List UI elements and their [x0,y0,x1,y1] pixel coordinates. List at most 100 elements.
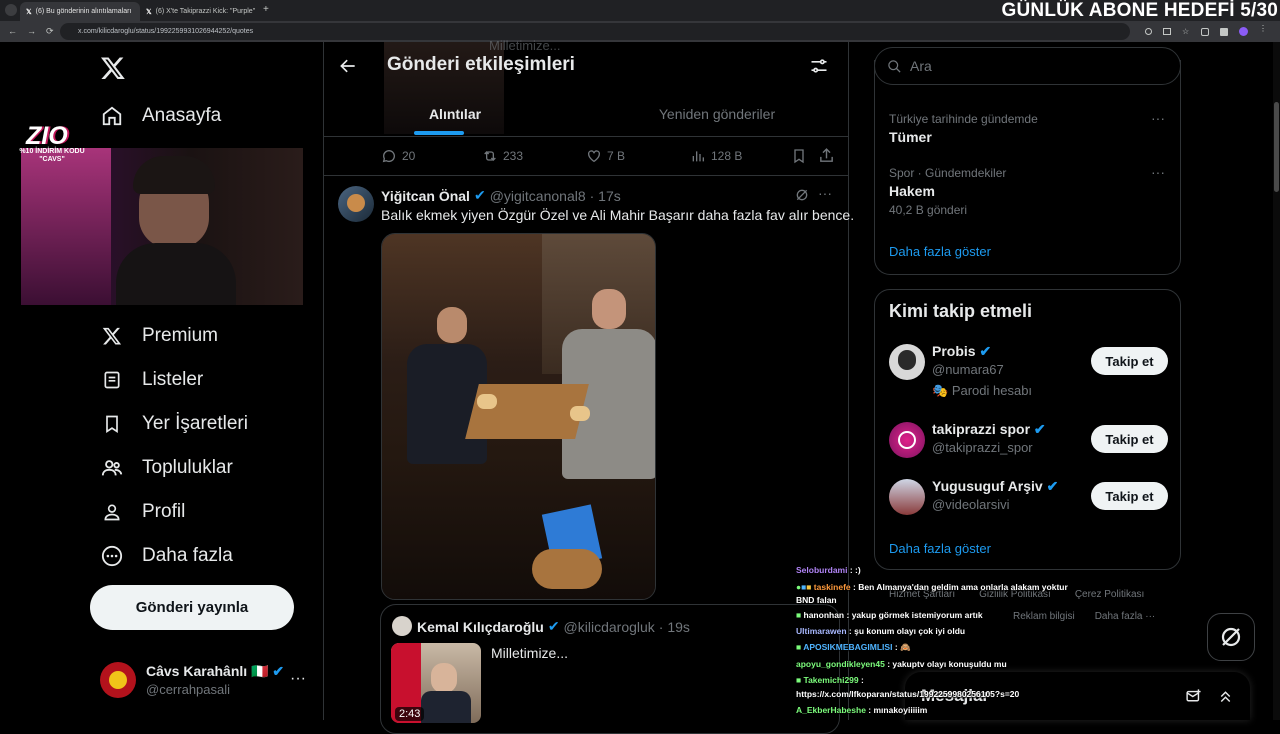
avatar [889,479,925,515]
show-more-link[interactable]: Daha fazla göster [889,541,991,556]
post-photo[interactable] [381,233,656,600]
grok-icon [1221,627,1241,647]
sidebar-item-communities[interactable]: Topluluklar [100,448,233,488]
follow-suggestion[interactable]: takiprazzi spor ✔ @takiprazzi_spor Takip… [889,420,1169,460]
repost-count: 233 [503,149,524,163]
post-more-icon[interactable]: ··· [818,185,832,201]
sidebar-item-home[interactable]: Anasayfa [100,96,221,136]
account-more-icon[interactable]: ··· [290,670,306,688]
address-bar[interactable]: x.com/kilicdaroglu/status/19922599310269… [60,23,1130,40]
like-stat[interactable]: 7 B [586,148,625,164]
nav-buttons[interactable]: ←→⟳ [8,26,64,37]
post-header: Yiğitcan Önal ✔ @yigitcanonal8 · 17s [381,187,621,204]
avatar[interactable] [338,186,374,222]
tab-quotes[interactable]: Alıntılar [324,92,586,136]
sidebar-item-label: Premium [142,325,219,346]
footer-link[interactable]: Daha fazla ··· [1095,611,1156,622]
verified-badge-icon: ✔ [272,663,285,679]
grok-button[interactable] [1207,613,1255,661]
bookmark-icon[interactable] [791,148,807,164]
user-name: Yugusuguf Arşiv [932,478,1043,494]
post-time[interactable]: · 17s [590,188,621,204]
star-icon[interactable]: ☆ [1182,27,1190,36]
speaker-body [421,691,471,723]
more-circle-icon [100,544,124,568]
chat-message: A_EkberHabeshe : mınakoyiiiiim [796,705,1071,715]
cast-icon[interactable] [1163,28,1171,35]
chat-badge-icon: ■ [796,610,802,620]
repost-icon [484,151,496,161]
new-message-icon[interactable] [1185,688,1202,705]
like-count: 7 B [607,149,626,163]
show-more-link[interactable]: Daha fazla göster [889,244,991,259]
chat-link: https://x.com/lfkoparan/status/199225998… [796,689,1020,699]
sidebar-item-label: Anasayfa [142,105,222,126]
trend-more-icon[interactable]: ··· [1151,164,1165,180]
x-logo-icon [100,324,124,348]
stream-chat-overlay: Seloburdami : :) ●■■ taskinefe : Ben Alm… [796,565,1071,715]
url-text: x.com/kilicdaroglu/status/19922599310269… [78,28,254,35]
follow-suggestion[interactable]: Probis ✔ @numara67 🎭 Parodi hesabı Takip… [889,342,1169,402]
avatar [392,616,412,636]
avatar-emblem [109,671,127,689]
sidebar-item-lists[interactable]: Listeler [100,360,203,400]
follow-button[interactable]: Takip et [1091,482,1168,510]
sidebar-item-label: Profil [142,501,186,522]
author-handle[interactable]: @yigitcanonal8 [490,188,586,204]
sidebar-item-bookmarks[interactable]: Yer İşaretleri [100,404,248,444]
x-logo-icon[interactable] [100,55,126,81]
reply-stat[interactable]: 20 [381,148,415,164]
chat-user: apoyu_gondikleyen45 [796,659,885,669]
new-tab-icon[interactable]: + [263,4,269,15]
profile-avatar-icon[interactable] [1239,27,1248,36]
browser-tab[interactable]: 𝕏 (6) X'te Takiprazzi Kick: "Purple" [140,2,260,21]
scrollbar-thumb[interactable] [1274,102,1279,192]
trend-item[interactable]: Türkiye tarihinde gündemde Tümer ··· [889,110,1169,145]
views-stat[interactable]: 128 B [690,148,742,164]
bookmark-icon [100,412,124,436]
account-switcher[interactable]: Câvs Karahânlı 🇮🇹 ✔ @cerrahpasali ··· [100,662,310,698]
menu-icon[interactable]: ⋮ [1259,25,1267,36]
quoted-post-card[interactable]: Kemal Kılıçdaroğlu ✔ @kilicdarogluk · 19… [380,604,840,734]
share-icon[interactable] [818,147,835,164]
suggestion-name: Yugusuguf Arşiv ✔ [932,478,1058,495]
extensions-icon[interactable] [1201,27,1209,36]
trend-item[interactable]: Spor · Gündemdekiler Hakem 40,2 B gönder… [889,164,1169,217]
grok-icon[interactable] [794,187,810,203]
account-name-text: Câvs Karahânlı 🇮🇹 [146,663,269,679]
chat-text: : [861,675,864,685]
sidebar-item-profile[interactable]: Profil [100,492,185,532]
sidebar-item-premium[interactable]: Premium [100,316,218,356]
follow-suggestion[interactable]: Yugusuguf Arşiv ✔ @videolarsivi Takip et [889,477,1169,517]
chat-user: taskinefe [813,582,851,592]
back-arrow-icon[interactable] [338,56,358,76]
chat-text: : 🙈 [894,642,911,652]
scrollbar[interactable] [1273,42,1280,720]
tab-search-button[interactable] [5,4,17,16]
user-extra: Parodi hesabı [951,383,1033,398]
expand-chevron-icon[interactable] [1217,688,1234,705]
post-button[interactable]: Gönderi yayınla [90,585,294,630]
trend-more-icon[interactable]: ··· [1151,110,1165,126]
follow-button[interactable]: Takip et [1091,425,1168,453]
user-name: Probis [932,343,976,359]
video-thumbnail[interactable]: 2:43 [391,643,481,723]
sidebar-item-more[interactable]: Daha fazla [100,536,233,576]
author-name[interactable]: Yiğitcan Önal [381,188,470,204]
divider [324,175,848,176]
tab-reposts[interactable]: Yeniden gönderiler [586,92,848,136]
repost-stat[interactable]: 233 [482,148,523,164]
browser-tab-active[interactable]: 𝕏 (6) Bu gönderinin alıntılamaları [20,2,140,21]
download-icon[interactable] [1220,27,1228,36]
zoom-icon[interactable] [1145,28,1152,35]
panel-title: Kimi takip etmeli [889,301,1033,321]
chat-message: apoyu_gondikleyen45 : yakuptv olayı konu… [796,659,1071,669]
who-to-follow-panel: Kimi takip etmeli Probis ✔ @numara67 🎭 P… [874,289,1181,570]
footer-link[interactable]: Çerez Politikası [1075,589,1144,600]
chat-message: ■ Takemichi299 : [796,675,1071,685]
stool [532,549,602,589]
tab-label: Yeniden gönderiler [658,106,776,122]
verified-badge-icon: ✔ [473,187,486,203]
follow-button[interactable]: Takip et [1091,347,1168,375]
filter-sliders-icon[interactable] [809,56,829,76]
